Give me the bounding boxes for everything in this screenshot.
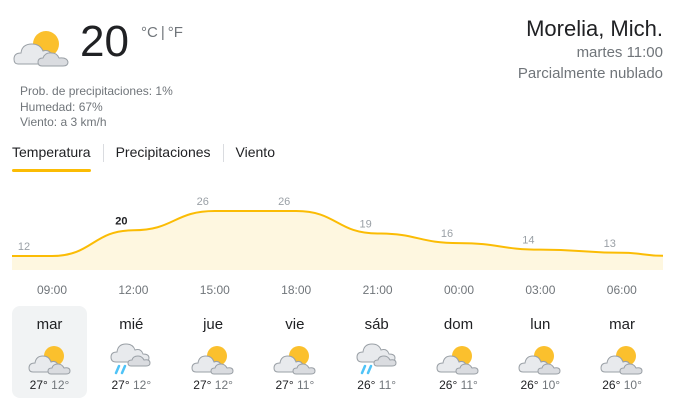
temperature-label: 20 [115,215,127,227]
low-temp: 12° [51,378,70,392]
tab-temperature[interactable]: Temperatura [12,144,91,172]
low-temp: 11° [378,378,397,392]
day-name: jue [203,316,224,333]
day-card[interactable]: vie 27° 11° [257,306,332,398]
hour-label: 21:00 [362,283,393,297]
partly-cloudy-icon [600,340,644,376]
day-name: mar [36,316,63,333]
high-temp: 26° [439,378,458,392]
hour-label: 12:00 [118,283,149,297]
day-name: sáb [364,316,389,333]
temperature-label: 13 [604,238,616,250]
partly-cloudy-icon [518,340,562,376]
unit-toggle: °C | °F [141,24,183,41]
daily-forecast: mar 27° 12° mié 27° 12° jue 27° 12° vie 27° 11°… [12,306,666,398]
location-panel: Morelia, Mich. martes 11:00 Parcialmente… [518,16,663,84]
day-temperatures: 27° 12° [176,378,251,392]
location-name: Morelia, Mich. [526,16,663,41]
temperature-label: 16 [441,228,453,240]
partly-cloudy-icon [27,340,72,376]
current-condition: Parcialmente nublado [517,65,663,82]
high-temp: 27° [111,378,130,392]
day-temperatures: 27° 12° [94,378,169,392]
precipitation-probability: Prob. de precipitaciones: 1% [20,84,173,98]
current-time: martes 11:00 [576,44,663,61]
low-temp: 12° [132,378,152,392]
partly-cloudy-icon [273,340,317,376]
day-name: lun [530,316,551,333]
temperature-label: 12 [18,241,30,253]
hour-label: 00:00 [443,283,475,297]
day-card[interactable]: mié 27° 12° [94,306,169,398]
day-name: dom [443,316,474,333]
day-temperatures: 27° 11° [257,378,332,392]
tab-wind[interactable]: Viento [236,144,275,170]
day-card[interactable]: mar 26° 10° [585,306,660,398]
low-temp: 11° [297,378,315,392]
hour-label: 03:00 [525,283,556,297]
low-temp: 12° [214,378,233,392]
current-temperature: 20 [80,17,129,66]
partly-cloudy-icon [12,24,72,68]
hour-label: 18:00 [281,283,312,297]
partly-cloudy-icon [191,340,235,376]
weather-details: Prob. de precipitaciones: 1% Humedad: 67… [20,84,173,131]
day-name: mié [119,316,144,333]
humidity: Humedad: 67% [20,99,103,114]
rain-cloud-icon [109,340,153,376]
low-temp: 10° [623,378,642,392]
day-temperatures: 26° 11° [421,378,496,392]
day-card[interactable]: lun 26° 10° [503,306,578,398]
tab-divider [102,144,104,162]
day-card[interactable]: sáb 26° 11° [339,306,414,398]
partly-cloudy-icon [436,340,480,376]
high-temp: 26° [602,378,621,392]
temperature-label: 19 [359,219,371,231]
hour-axis: 09:00 12:00 15:00 18:00 21:00 00:00 03:00 06:00 [12,283,663,299]
high-temp: 27° [275,378,294,392]
day-temperatures: 26° 10° [585,378,660,392]
day-card[interactable]: dom 26° 11° [421,306,496,398]
tab-bar: Temperatura Precipitaciones Viento [12,144,287,172]
temperature-label: 26 [278,196,290,208]
hour-label: 06:00 [606,283,637,297]
low-temp: 10° [541,378,561,392]
day-name: vie [285,316,305,333]
temperature-label: 26 [197,196,209,208]
celsius-unit[interactable]: °C [141,24,158,41]
low-temp: 11° [460,378,478,392]
tab-precipitation[interactable]: Precipitaciones [116,144,211,170]
hour-label: 09:00 [36,283,68,297]
hour-label: 15:00 [199,283,230,297]
tab-divider [222,144,224,162]
high-temp: 26° [357,378,376,392]
temperature-chart: 12 20 26 26 19 16 14 13 [12,196,663,270]
temperature-label: 14 [522,235,534,247]
high-temp: 27° [193,378,212,392]
rain-cloud-icon [355,340,399,376]
temperature-area [12,211,663,270]
fahrenheit-unit[interactable]: °F [168,24,183,41]
day-card[interactable]: jue 27° 12° [176,306,251,398]
day-temperatures: 26° 11° [339,378,414,392]
high-temp: 26° [520,378,539,392]
day-temperatures: 27° 12° [12,378,87,392]
unit-separator: | [160,24,165,41]
day-name: mar [609,316,635,333]
day-card[interactable]: mar 27° 12° [12,306,87,398]
day-temperatures: 26° 10° [503,378,578,392]
high-temp: 27° [29,378,48,392]
wind-speed: Viento: a 3 km/h [20,115,107,129]
